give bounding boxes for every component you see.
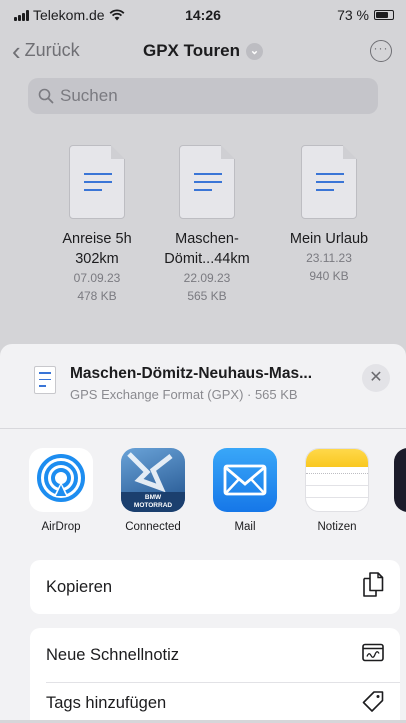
file-size: 940 KB (309, 269, 349, 283)
app-icon-caption-line2: MOTORRAD (133, 502, 173, 509)
file-item[interactable]: Maschen- Dömit...44km 22.09.23 565 KB (152, 145, 262, 305)
document-icon (301, 145, 357, 219)
search-icon (38, 88, 54, 104)
app-icon-caption: BMW MOTORRAD (121, 494, 185, 510)
share-sheet: Maschen-Dömitz-Neuhaus-Mas... GPS Exchan… (0, 344, 406, 720)
file-name-line1: Maschen- (175, 231, 239, 247)
share-app-mail[interactable]: Mail (210, 448, 280, 533)
action-quick-note-label[interactable]: Neue Schnellnotiz (46, 628, 179, 682)
search-field[interactable]: Suchen (28, 78, 378, 114)
file-name-line1: Mein Urlaub (289, 231, 369, 247)
battery-percent: 73 % (337, 7, 369, 23)
navigation-bar: ‹ Zurück GPX Touren ⌄ ··· (0, 32, 406, 72)
app-label: Connected (125, 521, 181, 533)
file-thumbnail-icon (34, 366, 56, 394)
close-button[interactable]: ✕ (362, 364, 390, 392)
chevron-down-icon: ⌄ (245, 42, 263, 60)
search-placeholder: Suchen (60, 86, 118, 105)
file-date: 23.11.23 (306, 251, 352, 265)
airdrop-icon (29, 448, 93, 512)
file-date: 22.09.23 (183, 271, 231, 285)
share-app-more[interactable] (394, 448, 406, 512)
file-name-line1: Anreise 5h (62, 231, 132, 247)
page-title: GPX Touren (143, 41, 240, 60)
copy-icon (362, 572, 384, 603)
folder-title-button[interactable]: GPX Touren ⌄ (143, 41, 263, 61)
app-label: Notizen (317, 521, 357, 533)
app-label: AirDrop (41, 521, 81, 533)
app-label: Mail (234, 521, 256, 533)
status-bar: Telekom.de 14:26 73 % (0, 0, 406, 28)
actions-group: Neue Schnellnotiz Tags hinzufügen (30, 628, 400, 720)
share-sheet-header: Maschen-Dömitz-Neuhaus-Mas... GPS Exchan… (0, 344, 406, 424)
app-icon-partial (394, 448, 406, 512)
notes-icon (305, 448, 369, 512)
files-browser-background: Telekom.de 14:26 73 % ‹ Zurück GPX Toure… (0, 0, 406, 360)
divider (0, 428, 406, 429)
action-label: Kopieren (46, 577, 113, 596)
share-app-notes[interactable]: Notizen (302, 448, 372, 533)
file-size: 478 KB (77, 289, 117, 303)
app-icon-caption-line1: BMW (144, 494, 162, 501)
shared-file-subtitle: GPS Exchange Format (GPX) · 565 KB (70, 387, 298, 402)
action-tags-label[interactable]: Tags hinzufügen (46, 683, 166, 723)
share-app-airdrop[interactable]: AirDrop (26, 448, 96, 533)
close-icon: ✕ (369, 369, 383, 386)
battery-group: 73 % (337, 7, 394, 23)
file-name-line2: Dömit...44km (164, 251, 250, 267)
share-app-connected[interactable]: BMW MOTORRAD Connected (118, 448, 188, 533)
more-options-icon[interactable]: ··· (370, 40, 392, 62)
shared-file-title: Maschen-Dömitz-Neuhaus-Mas... (70, 365, 313, 382)
file-name-line2: 302km (75, 251, 119, 267)
mail-icon (213, 448, 277, 512)
file-item[interactable]: Anreise 5h 302km 07.09.23 478 KB (42, 145, 152, 305)
document-icon (69, 145, 125, 219)
action-copy[interactable]: Kopieren (30, 560, 400, 614)
file-item[interactable]: Mein Urlaub 23.11.23 940 KB (274, 145, 384, 285)
file-size: 565 KB (187, 289, 227, 303)
quick-note-icon (362, 643, 384, 667)
tag-icon (362, 691, 384, 718)
document-icon (179, 145, 235, 219)
battery-icon (374, 10, 394, 20)
file-date: 07.09.23 (73, 271, 121, 285)
bmw-motorrad-icon: BMW MOTORRAD (121, 448, 185, 512)
nav-title-area: GPX Touren ⌄ (0, 41, 406, 61)
